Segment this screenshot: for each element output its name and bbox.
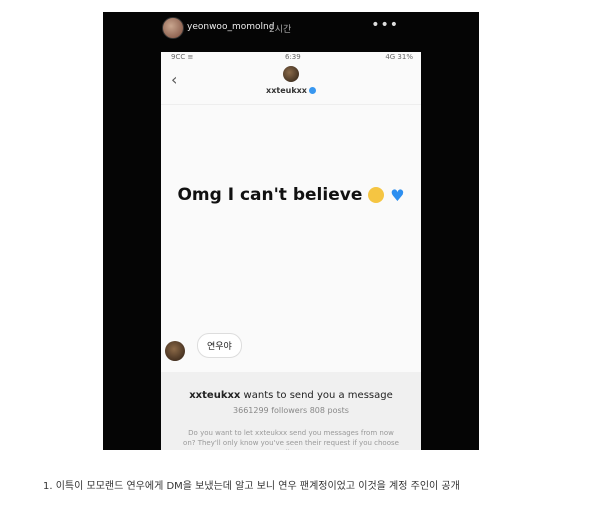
dm-username: xxteukxx xyxy=(266,86,307,95)
phone-screenshot: 9CC ≡ 6:39 4G 31% ‹ xxteukxx Omg I can't… xyxy=(161,52,421,450)
caption-text: 1. 이특이 모모랜드 연우에게 DM을 보냈는데 알고 보니 연우 팬계정이었… xyxy=(43,481,460,492)
phone-status-bar: 9CC ≡ 6:39 4G 31% xyxy=(161,52,421,64)
dm-avatar[interactable] xyxy=(283,66,299,82)
status-signal: 9CC ≡ xyxy=(171,53,194,61)
story-viewer: yeonwoo_momolnd 2시간 ••• 9CC ≡ 6:39 4G 31… xyxy=(103,12,479,450)
request-stats: 3661299 followers 808 posts xyxy=(233,406,349,415)
status-battery: 4G 31% xyxy=(385,53,413,61)
message-row: Omg I can't believe ♥ xyxy=(161,185,421,205)
request-title-text: wants to send you a message xyxy=(240,390,393,401)
request-description: Do you want to let xxteukxx send you mes… xyxy=(183,429,399,450)
blue-heart-icon: ♥ xyxy=(390,185,405,205)
crying-emoji-icon xyxy=(368,187,385,203)
story-header: yeonwoo_momolnd 2시간 ••• xyxy=(103,12,479,46)
request-username: xxteukxx xyxy=(189,390,241,401)
status-time: 6:39 xyxy=(285,53,301,61)
message-text: Omg I can't believe xyxy=(177,185,363,205)
dm-username-row[interactable]: xxteukxx xyxy=(161,86,421,95)
story-avatar[interactable] xyxy=(162,17,184,39)
dm-header: ‹ xxteukxx xyxy=(161,64,421,105)
story-time: 2시간 xyxy=(269,25,292,35)
verified-badge-icon xyxy=(308,87,316,94)
more-options-icon[interactable]: ••• xyxy=(371,17,399,33)
request-title: xxteukxx wants to send you a message xyxy=(161,390,421,401)
sender-avatar[interactable] xyxy=(165,341,185,361)
message-bubble[interactable]: 연우야 xyxy=(197,333,242,358)
story-username[interactable]: yeonwoo_momolnd xyxy=(187,22,274,32)
message-request-panel: xxteukxx wants to send you a message 366… xyxy=(161,372,421,450)
